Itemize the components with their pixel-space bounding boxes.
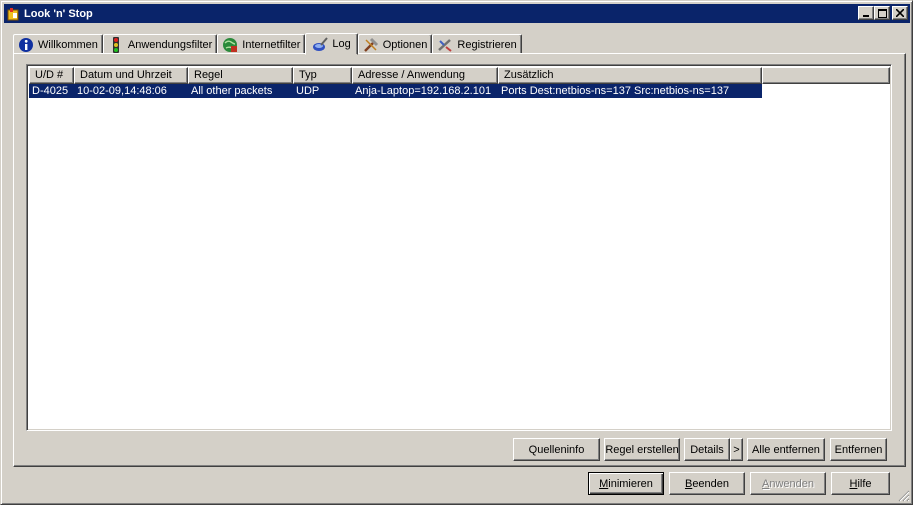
column-header-ud[interactable]: U/D # <box>29 67 74 84</box>
close-icon <box>896 9 904 17</box>
tab-strip: Willkommen Anwendungsfilter Internetfilt… <box>13 32 522 55</box>
cell-additional: Ports Dest:netbios-ns=137 Src:netbios-ns… <box>501 85 730 97</box>
app-icon <box>5 6 21 22</box>
minimize-window-button[interactable] <box>858 6 874 20</box>
column-header-rule[interactable]: Regel <box>188 67 293 84</box>
tab-label: Willkommen <box>38 38 98 51</box>
help-button[interactable]: Hilfe <box>831 472 890 495</box>
log-list[interactable]: U/D # Datum und Uhrzeit Regel Typ Adress… <box>26 64 892 431</box>
cell-address: Anja-Laptop=192.168.2.101 <box>355 85 492 97</box>
tab-log[interactable]: Log <box>305 33 358 55</box>
tab-label: Log <box>332 38 351 50</box>
details-expand-button[interactable]: > <box>730 438 743 461</box>
tab-label: Anwendungsfilter <box>127 38 213 51</box>
remove-button[interactable]: Entfernen <box>830 438 887 461</box>
minimize-button[interactable]: Minimieren <box>588 472 664 495</box>
window-title: Look 'n' Stop <box>24 7 93 20</box>
table-row[interactable]: D-4025 10-02-09,14:48:06 All other packe… <box>29 84 762 98</box>
log-rows: D-4025 10-02-09,14:48:06 All other packe… <box>29 84 762 98</box>
column-header-date[interactable]: Datum und Uhrzeit <box>74 67 188 84</box>
column-header-additional[interactable]: Zusätzlich <box>498 67 762 84</box>
tab-internetfilter[interactable]: Internetfilter <box>217 34 306 54</box>
traffic-light-icon <box>108 36 124 53</box>
source-info-button[interactable]: Quelleninfo <box>513 438 600 461</box>
column-header-address[interactable]: Adresse / Anwendung <box>352 67 498 84</box>
details-button[interactable]: Details <box>684 438 730 461</box>
cell-date: 10-02-09,14:48:06 <box>77 85 167 97</box>
minimize-icon <box>863 15 869 17</box>
remove-all-button[interactable]: Alle entfernen <box>747 438 825 461</box>
title-bar[interactable]: Look 'n' Stop <box>4 4 910 23</box>
close-window-button[interactable] <box>892 6 908 20</box>
column-header-filler <box>762 67 890 84</box>
column-header-type[interactable]: Typ <box>293 67 352 84</box>
globe-icon <box>222 37 238 53</box>
tab-label: Optionen <box>382 38 428 51</box>
tab-label: Internetfilter <box>242 38 301 51</box>
tab-registrieren[interactable]: Registrieren <box>432 34 522 54</box>
cell-ud: D-4025 <box>32 85 69 97</box>
maximize-window-button[interactable] <box>874 6 890 20</box>
cell-type: UDP <box>296 85 320 97</box>
resize-grip-icon[interactable] <box>898 490 910 502</box>
create-rule-button[interactable]: Regel erstellen <box>604 438 680 461</box>
info-icon <box>18 37 34 53</box>
log-list-header: U/D # Datum und Uhrzeit Regel Typ Adress… <box>29 67 890 84</box>
tab-anwendungsfilter[interactable]: Anwendungsfilter <box>102 34 218 54</box>
main-window: Look 'n' Stop Willkommen Anwendungsfilte… <box>0 0 913 505</box>
tools-icon <box>363 37 379 53</box>
quit-button[interactable]: Beenden <box>669 472 745 495</box>
maximize-icon <box>877 8 887 18</box>
log-icon <box>312 36 329 52</box>
tab-willkommen[interactable]: Willkommen <box>13 34 103 54</box>
tab-optionen[interactable]: Optionen <box>357 34 433 54</box>
cell-rule: All other packets <box>191 85 273 97</box>
tab-label: Registrieren <box>457 38 517 51</box>
register-icon <box>437 37 453 53</box>
apply-button[interactable]: Anwenden <box>750 472 826 495</box>
